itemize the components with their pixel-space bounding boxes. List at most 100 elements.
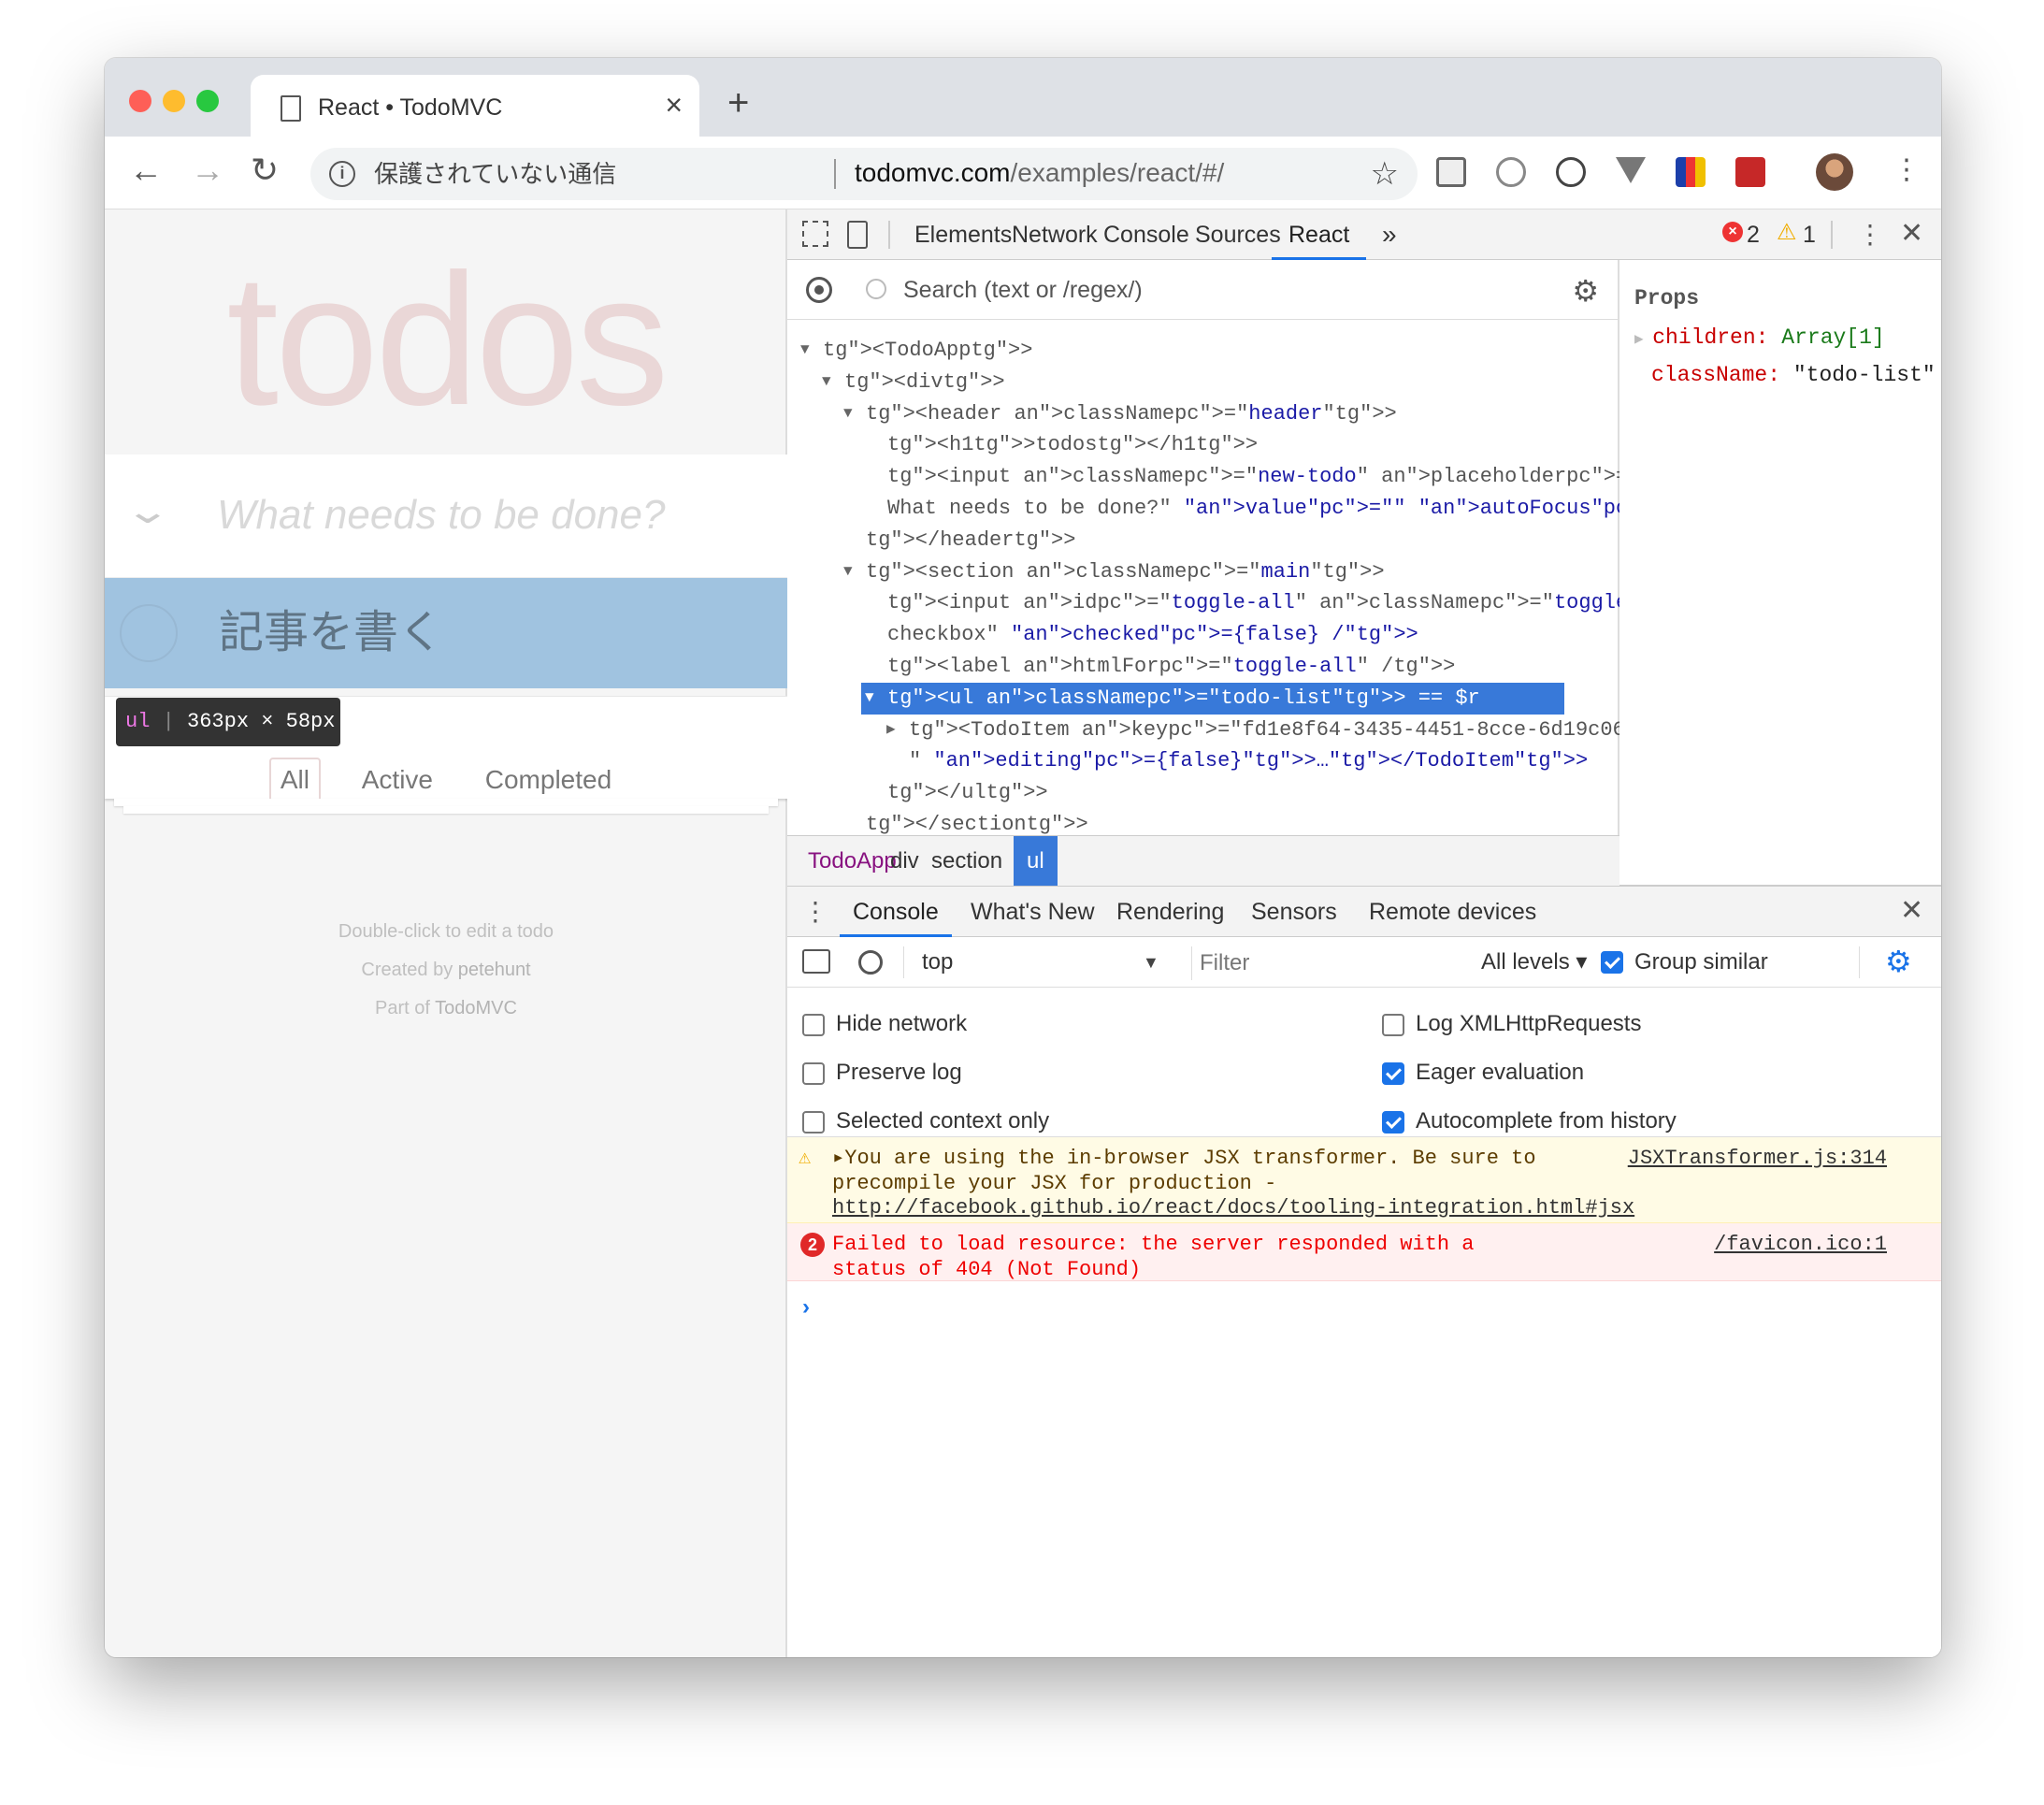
group-similar-checkbox[interactable] <box>1601 951 1623 974</box>
context-dropdown-icon[interactable]: ▼ <box>1143 946 1159 978</box>
extension-tabs-icon[interactable] <box>1436 157 1466 187</box>
gear-icon[interactable]: ⚙ <box>1572 273 1599 309</box>
console-filter-input[interactable] <box>1191 946 1444 980</box>
extension-lighthouse-icon[interactable] <box>1676 157 1706 187</box>
reload-icon[interactable]: ↻ <box>251 152 279 189</box>
tree-row[interactable]: What needs to be done?" "an">value"pc">=… <box>787 493 1838 525</box>
tree-row[interactable]: ▼ tg"><TodoApptg">> <box>787 335 1619 367</box>
error-source-link[interactable]: /favicon.ico:1 <box>1714 1233 1887 1258</box>
kebab-icon[interactable]: ⋮ <box>1857 222 1883 248</box>
expand-arrow-icon[interactable]: ▶ <box>1634 331 1652 348</box>
tree-row[interactable]: tg"><label an">htmlForpc">="toggle-all" … <box>787 651 1619 683</box>
filter-active[interactable]: Active <box>351 758 444 802</box>
expand-arrow-icon[interactable]: ▶ <box>886 715 896 746</box>
filter-completed[interactable]: Completed <box>474 758 623 802</box>
new-tab-button[interactable]: + <box>727 84 749 122</box>
expand-arrow-icon[interactable]: ▼ <box>865 683 874 715</box>
warning-source-link[interactable]: JSXTransformer.js:314 <box>1628 1147 1887 1172</box>
avatar[interactable] <box>1816 153 1853 191</box>
kebab-icon[interactable]: ⋮ <box>1893 152 1921 189</box>
tree-row[interactable]: ▼ tg"><divtg">> <box>787 367 1619 398</box>
tab-react[interactable]: React <box>1272 209 1367 260</box>
chevron-down-icon[interactable]: ⌄ <box>123 490 171 532</box>
tab-elements[interactable]: Elements <box>914 209 1012 260</box>
drawer-tab-whats-new[interactable]: What's New <box>971 887 1095 937</box>
log-levels-dropdown[interactable]: All levels ▾ <box>1481 946 1587 978</box>
console-error-message[interactable]: 2 Failed to load resource: the server re… <box>787 1223 1941 1281</box>
tab-sources[interactable]: Sources <box>1195 209 1281 260</box>
context-selector[interactable]: top <box>922 946 953 978</box>
autocomplete-history-checkbox[interactable] <box>1382 1111 1404 1134</box>
drawer-tab-remote-devices[interactable]: Remote devices <box>1369 887 1536 937</box>
tree-row[interactable]: tg"><input an">classNamepc">="new-todo" … <box>787 461 1640 493</box>
tree-row[interactable]: tg"><h1tg">>todostg"></h1tg">> <box>787 429 1619 461</box>
info-icon[interactable]: i <box>329 161 355 187</box>
hide-network-checkbox[interactable] <box>802 1014 825 1036</box>
drawer-tab-console[interactable]: Console <box>840 887 952 937</box>
drawer-tab-rendering[interactable]: Rendering <box>1116 887 1224 937</box>
info-todomvc-link[interactable]: TodoMVC <box>435 998 517 1018</box>
warning-icon[interactable]: ⚠ <box>1777 219 1797 246</box>
tree-row[interactable]: " "an">editing"pc">={false}"tg">>…"tg"><… <box>787 745 1619 777</box>
tree-row[interactable]: checkbox" "an">checked"pc">={false} /"tg… <box>787 619 1619 651</box>
more-tabs-button[interactable]: » <box>1382 209 1397 260</box>
browser-tab[interactable]: React • TodoMVC × <box>251 75 699 138</box>
preserve-log-checkbox[interactable] <box>802 1062 825 1085</box>
todo-item-label[interactable]: 記事を書く <box>219 604 443 662</box>
crumb-section[interactable]: section <box>920 836 1014 887</box>
forward-icon[interactable]: → <box>191 152 224 189</box>
star-icon[interactable]: ☆ <box>1371 155 1399 193</box>
console-warning-message[interactable]: ⚠ ▸You are using the in-browser JSX tran… <box>787 1137 1941 1223</box>
prop-children[interactable]: ▶ children: Array[1] <box>1634 325 1885 350</box>
tab-network[interactable]: Network <box>1012 209 1098 260</box>
extension-vue-icon[interactable] <box>1616 157 1646 183</box>
log-xhr-checkbox[interactable] <box>1382 1014 1404 1036</box>
tree-row[interactable]: ▶ tg"><TodoItem an">keypc">="fd1e8f64-343… <box>787 715 1687 746</box>
warning-link[interactable]: http://facebook.github.io/react/docs/too… <box>832 1196 1634 1220</box>
target-icon[interactable] <box>806 277 832 303</box>
drawer-tab-sensors[interactable]: Sensors <box>1251 887 1337 937</box>
sidebar-icon[interactable] <box>802 949 830 974</box>
close-icon[interactable]: ✕ <box>1900 897 1923 925</box>
new-todo-input[interactable] <box>217 483 759 548</box>
console-prompt[interactable]: › <box>802 1294 810 1321</box>
tree-row[interactable]: ▼ tg"><header an">classNamepc">="header"t… <box>787 398 1619 430</box>
close-icon[interactable]: × <box>665 88 683 123</box>
close-icon[interactable]: ✕ <box>1900 220 1923 248</box>
tree-row[interactable]: tg"></headertg">> <box>787 525 1619 556</box>
react-search-input[interactable] <box>903 271 1464 309</box>
todo-item[interactable]: 記事を書く <box>105 578 787 688</box>
tree-row-selected[interactable]: ▼ tg"><ul an">classNamepc">="todo-list"tg… <box>787 682 1619 715</box>
selected-context-checkbox[interactable] <box>802 1111 825 1134</box>
extension-info-icon[interactable] <box>1496 157 1526 187</box>
tab-console[interactable]: Console <box>1103 209 1189 260</box>
eager-evaluation-checkbox[interactable] <box>1382 1062 1404 1085</box>
warning-count[interactable]: 1 <box>1803 209 1816 260</box>
back-icon[interactable]: ← <box>129 152 163 189</box>
extension-sync-icon[interactable] <box>1556 157 1586 187</box>
error-count[interactable]: 2 <box>1747 209 1760 260</box>
filter-all[interactable]: All <box>268 758 321 802</box>
info-author-link[interactable]: petehunt <box>458 960 531 980</box>
tree-row[interactable]: tg"><input an">idpc">="toggle-all" an">c… <box>787 587 1875 619</box>
clear-icon[interactable] <box>858 950 883 975</box>
device-icon[interactable] <box>847 221 868 249</box>
expand-arrow-icon[interactable]: ▼ <box>843 398 853 430</box>
kebab-icon[interactable]: ⋮ <box>802 899 828 925</box>
zoom-window-button[interactable] <box>196 90 219 112</box>
expand-arrow-icon[interactable]: ▼ <box>822 367 831 398</box>
url-text[interactable]: todomvc.com/examples/react/#/ <box>855 157 1224 189</box>
todo-toggle-checkbox[interactable] <box>120 604 178 662</box>
tree-row[interactable]: tg"></ultg">> <box>787 777 1619 809</box>
error-icon[interactable]: × <box>1722 222 1743 242</box>
minimize-window-button[interactable] <box>163 90 185 112</box>
close-window-button[interactable] <box>129 90 151 112</box>
tree-row[interactable]: ▼ tg"><section an">classNamepc">="main"tg… <box>787 556 1619 588</box>
prop-classname[interactable]: className: "todo-list" <box>1651 363 1936 387</box>
inspect-icon[interactable] <box>802 221 828 247</box>
crumb-ul[interactable]: ul <box>1014 836 1058 887</box>
expand-arrow-icon[interactable]: ▼ <box>843 556 853 588</box>
expand-arrow-icon[interactable]: ▼ <box>800 335 810 367</box>
extension-react-icon[interactable] <box>1735 157 1765 187</box>
gear-icon[interactable]: ⚙ <box>1885 946 1912 976</box>
